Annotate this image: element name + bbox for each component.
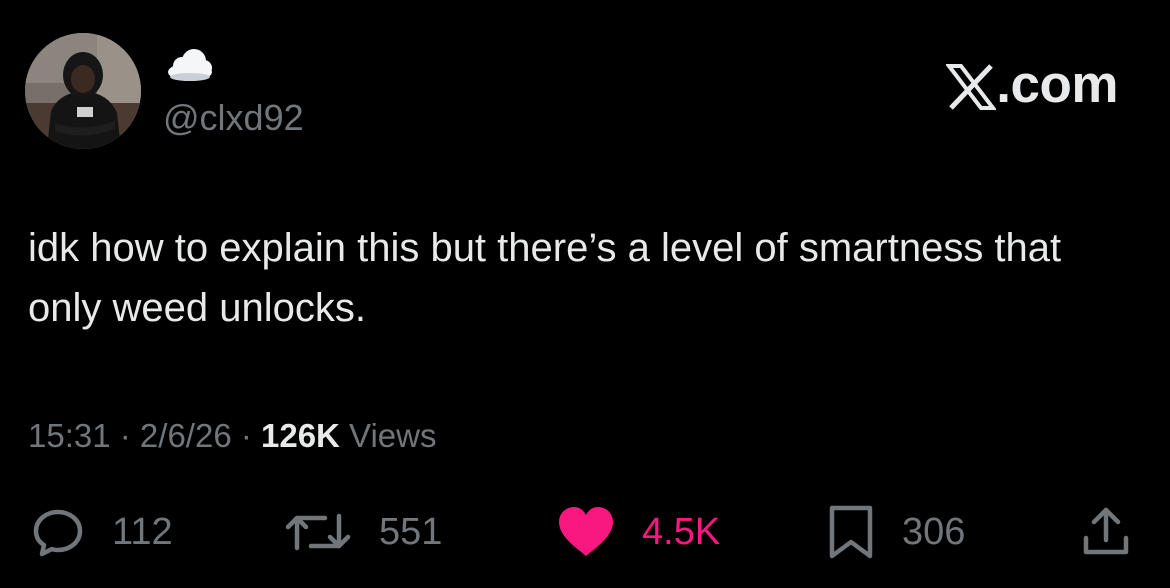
meta-separator: · <box>231 417 261 454</box>
like-count: 4.5K <box>642 511 721 553</box>
reply-button[interactable]: 112 <box>30 504 173 560</box>
tweet-text: idk how to explain this but there’s a le… <box>28 226 1062 330</box>
tweet-time[interactable]: 15:31 <box>28 417 111 454</box>
reply-icon <box>33 509 83 557</box>
share-button[interactable] <box>1080 504 1132 560</box>
views-count[interactable]: 126K <box>261 417 340 454</box>
repost-count: 551 <box>379 511 443 553</box>
avatar-photo <box>25 33 141 149</box>
user-avatar[interactable] <box>25 33 141 149</box>
tweet-date[interactable]: 2/6/26 <box>140 417 232 454</box>
x-com-brand: .com <box>946 55 1118 115</box>
reply-count: 112 <box>112 511 173 553</box>
bookmark-button[interactable]: 306 <box>826 504 965 560</box>
repost-icon <box>285 513 351 551</box>
display-name-cloud-icon <box>164 44 216 84</box>
bookmark-count: 306 <box>902 511 966 553</box>
bookmark-icon <box>829 505 873 559</box>
repost-button[interactable]: 551 <box>283 504 442 560</box>
action-bar: 112 551 4.5K 306 <box>0 504 1170 560</box>
x-logo-icon <box>946 64 997 110</box>
meta-separator: · <box>110 417 140 454</box>
views-label: Views <box>339 417 437 454</box>
share-icon <box>1083 507 1129 555</box>
heart-filled-icon <box>559 507 613 556</box>
user-handle[interactable]: @clxd92 <box>163 98 304 138</box>
tweet-meta: 15:31 · 2/6/26 · 126K Views <box>28 416 437 456</box>
brand-label: .com <box>996 55 1118 114</box>
like-button[interactable]: 4.5K <box>556 504 720 560</box>
